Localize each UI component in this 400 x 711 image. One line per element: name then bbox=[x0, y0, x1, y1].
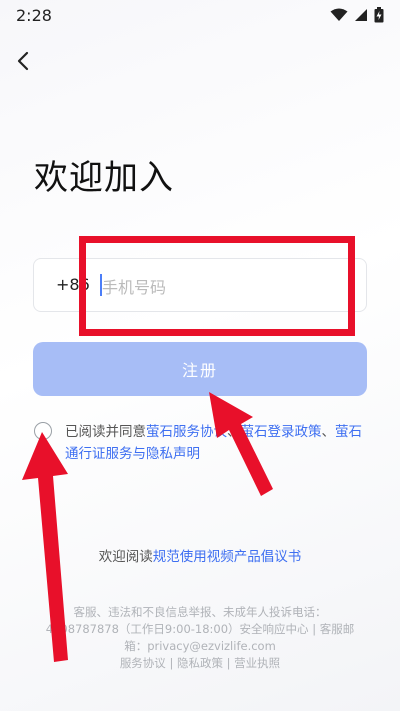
status-time: 2:28 bbox=[16, 5, 52, 25]
status-icons bbox=[330, 7, 384, 23]
back-button[interactable] bbox=[10, 48, 36, 74]
footer-line: 箱：privacy@ezvizlife.com bbox=[124, 639, 276, 653]
footer: 客服、违法和不良信息举报、未成年人投诉电话： 4008787878（工作日9:0… bbox=[24, 604, 376, 672]
agreement-prefix: 已阅读并同意 bbox=[65, 424, 146, 440]
phone-field-container[interactable]: +86 bbox=[33, 258, 367, 312]
initiative-link[interactable]: 规范使用视频产品倡议书 bbox=[153, 549, 302, 565]
login-policy-link[interactable]: 萤石登录政策 bbox=[241, 424, 322, 440]
signal-icon bbox=[355, 9, 367, 21]
agreement-separator: 、 bbox=[321, 424, 336, 440]
footer-line: 4008787878（工作日9:00-18:00）安全响应中心 | 客服邮 bbox=[45, 622, 355, 636]
initiative-prefix: 欢迎阅读 bbox=[98, 549, 153, 565]
initiative-text: 欢迎阅读规范使用视频产品倡议书 bbox=[0, 545, 400, 565]
status-bar: 2:28 bbox=[0, 0, 400, 30]
footer-line: 客服、违法和不良信息举报、未成年人投诉电话： bbox=[73, 605, 327, 619]
back-chevron-icon bbox=[17, 51, 29, 71]
phone-number-input[interactable] bbox=[100, 271, 354, 303]
page-title: 欢迎加入 bbox=[34, 158, 174, 198]
country-code-selector[interactable]: +86 bbox=[56, 275, 90, 294]
agreement-checkbox[interactable] bbox=[34, 422, 52, 440]
wifi-icon bbox=[330, 8, 348, 21]
text-caret bbox=[100, 274, 102, 296]
footer-links[interactable]: 服务协议 | 隐私政策 | 营业执照 bbox=[24, 655, 376, 672]
agreement-separator: 、 bbox=[227, 424, 241, 440]
register-button[interactable]: 注册 bbox=[33, 342, 367, 396]
service-agreement-link[interactable]: 萤石服务协议 bbox=[146, 424, 227, 440]
battery-icon bbox=[374, 7, 384, 23]
agreement-text: 已阅读并同意萤石服务协议、萤石登录政策、萤石通行证服务与隐私声明 bbox=[65, 421, 370, 465]
